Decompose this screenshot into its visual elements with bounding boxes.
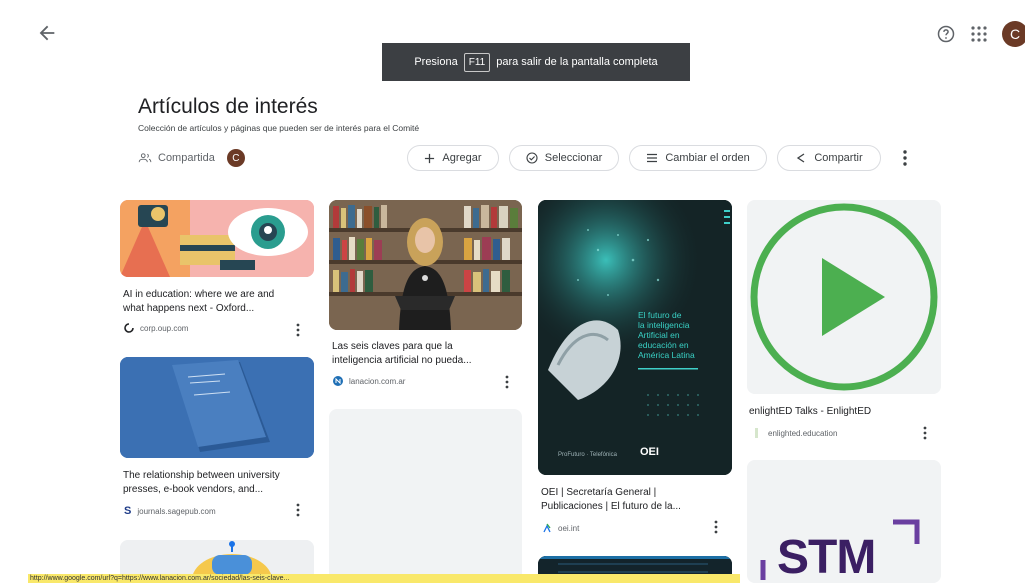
card-image-lanacion[interactable] [329,200,522,330]
card-source-label: oei.int [558,523,580,533]
apps-grid-icon[interactable] [970,25,988,43]
select-label: Seleccionar [544,152,603,164]
card-image-stm[interactable]: STM [747,460,941,583]
reorder-label: Cambiar el orden [665,152,750,164]
card-title-line: inteligencia artificial no pueda... [332,355,472,366]
toast-suffix: para salir de la pantalla completa [496,56,658,68]
svg-text:ProFuturo · Telefónica: ProFuturo · Telefónica [558,452,618,458]
card-image-journal[interactable] [120,357,314,458]
reorder-button[interactable]: Cambiar el orden [629,145,767,171]
card-image-enlighted[interactable] [747,200,941,394]
status-bar-url: http://www.google.com/url?q=https://www.… [28,574,740,583]
card-source-oup: corp.oup.com [124,323,188,333]
account-avatar[interactable]: C [1002,21,1025,47]
card-source-sagepub: S journals.sagepub.com [124,505,216,517]
oei-cover-line: América Latina [638,350,695,360]
card-title-oei[interactable]: OEI | Secretaría General | Publicaciones… [541,486,731,514]
card-title-enlighted[interactable]: enlightED Talks - EnlightED [749,405,939,419]
more-options-icon[interactable] [896,148,914,168]
card-more-icon[interactable] [711,519,721,535]
enlighted-favicon-icon [755,428,758,438]
card-image-oei[interactable]: ProFuturo · Telefónica El futuro de la i… [538,200,732,475]
card-more-icon[interactable] [920,425,930,441]
page-description: Colección de artículos y páginas que pue… [138,123,420,133]
check-circle-icon [526,152,538,164]
stm-logo-text: STM [777,531,876,583]
people-icon [138,153,152,163]
owner-avatar: C [226,149,245,167]
card-title-lanacion[interactable]: Las seis claves para que la inteligencia… [332,340,520,368]
card-more-icon[interactable] [293,322,303,338]
help-circle-icon[interactable] [936,24,956,44]
card-source-label: lanacion.com.ar [349,376,406,386]
oei-cover-line: educación en [638,340,689,350]
oei-cover-line: la inteligencia [638,320,690,330]
oei-logo: OEI [640,446,659,458]
card-title-line: Las seis claves para que la [332,341,453,352]
illustration-image [120,200,314,277]
journal-cover-image [120,357,314,458]
page-title: Artículos de interés [138,95,318,118]
reorder-lines-icon [647,153,658,163]
card-image-placeholder[interactable] [329,409,522,583]
share-button[interactable]: Compartir [777,145,881,171]
fullscreen-toast: Presiona F11 para salir de la pantalla c… [382,43,690,81]
card-title-line: enlightED Talks - EnlightED [749,406,872,417]
oei-favicon-icon [543,523,551,533]
card-title-line: Publicaciones | El futuro de la... [541,501,681,512]
play-icon [747,200,941,394]
share-icon [797,153,805,163]
share-label: Compartir [814,152,863,164]
oei-cover-line: Artificial en [638,330,680,340]
add-button[interactable]: Agregar [407,145,499,171]
oei-cover-title: El futuro de la inteligencia Artificial … [638,310,728,360]
card-title-journal[interactable]: The relationship between university pres… [123,469,313,497]
plus-icon [425,153,435,163]
bookshelf-photo-image [329,200,522,330]
card-source-label: enlighted.education [768,428,838,438]
lanacion-favicon-icon [333,376,343,386]
card-title-line: presses, e-book vendors, and... [123,484,264,495]
card-image-ai-education[interactable] [120,200,314,277]
card-title-line: OEI | Secretaría General | [541,487,657,498]
add-label: Agregar [442,152,482,164]
card-more-icon[interactable] [293,502,303,518]
shared-label: Compartida [158,152,215,164]
sage-favicon-icon: S [124,505,132,517]
toast-prefix: Presiona [414,56,458,68]
back-arrow-icon[interactable] [36,22,58,44]
card-source-oei: oei.int [542,523,579,533]
oup-favicon-icon [124,323,134,333]
card-more-icon[interactable] [502,374,512,390]
card-title-line: The relationship between university [123,470,280,481]
card-source-enlighted: enlighted.education [752,428,837,438]
oei-cover-line: El futuro de [638,310,682,320]
select-button[interactable]: Seleccionar [509,145,619,171]
card-source-label: journals.sagepub.com [137,506,216,516]
shared-indicator[interactable]: Compartida C [138,147,245,169]
card-title-ai-education[interactable]: AI in education: where we are and what h… [123,288,313,316]
card-title-line: AI in education: where we are and [123,289,275,300]
card-source-lanacion: lanacion.com.ar [333,376,405,386]
card-source-label: corp.oup.com [140,323,189,333]
card-title-line: what happens next - Oxford... [123,303,255,314]
toast-key: F11 [463,52,491,72]
